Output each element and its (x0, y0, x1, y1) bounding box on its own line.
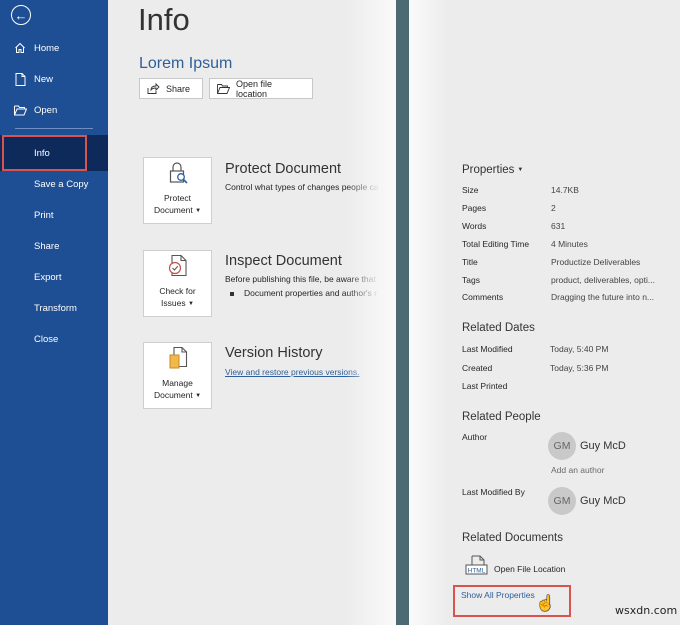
tile-label: Check for Issues ▼ (159, 286, 196, 309)
properties-panel: Properties ▼ Size 14.7KB Pages 2 Words 631 T… (409, 0, 680, 625)
share-label: Share (166, 83, 191, 94)
share-icon (147, 83, 160, 94)
open-folder-icon (217, 83, 230, 94)
share-button[interactable]: Share (139, 78, 203, 99)
page-title: Info (138, 2, 190, 37)
open-file-location-label: Open File Location (494, 563, 566, 574)
property-row: Size 14.7KB (462, 185, 579, 195)
person-name: Guy McD (580, 440, 626, 452)
html-file-icon: HTML (465, 555, 489, 582)
property-row: Total Editing Time 4 Minutes (462, 239, 588, 249)
caret-down-icon: ▼ (188, 301, 194, 307)
sidebar-item-label: Print (34, 209, 54, 221)
date-row: Last Modified Today, 5:40 PM (462, 344, 609, 354)
section-title: Protect Document (225, 161, 342, 177)
property-row-comments[interactable]: Comments Dragging the future into n... (462, 292, 677, 308)
bullet-icon (230, 291, 234, 296)
new-document-icon (13, 72, 27, 86)
add-author-link[interactable]: Add an author (551, 465, 604, 475)
tile-label: Protect Document ▼ (153, 193, 202, 216)
sidebar-item-home[interactable]: Home (0, 36, 108, 60)
manage-document-button[interactable]: Manage Document ▼ (143, 342, 212, 409)
property-row: Words 631 (462, 221, 566, 231)
section-title: Version History (225, 345, 323, 361)
sidebar-item-new[interactable]: New (0, 67, 108, 91)
person-name: Guy McD (580, 495, 626, 507)
open-folder-icon (13, 105, 27, 116)
show-all-properties-link[interactable]: Show All Properties (461, 590, 535, 600)
open-file-location-button[interactable]: Open file location (209, 78, 313, 99)
sidebar-item-label: Info (34, 147, 50, 159)
hand-cursor-icon: ☝ (536, 595, 555, 612)
sidebar-item-print[interactable]: Print (0, 203, 108, 227)
protect-document-button[interactable]: Protect Document ▼ (143, 157, 212, 224)
caret-down-icon: ▼ (517, 166, 524, 173)
sidebar-item-save-a-copy[interactable]: Save a Copy (0, 172, 108, 196)
sidebar-item-transform[interactable]: Transform (0, 296, 108, 320)
panel-fade (346, 0, 396, 625)
sidebar-item-label: Open (34, 104, 58, 116)
sidebar-item-label: New (34, 73, 54, 85)
svg-text:HTML: HTML (468, 567, 486, 574)
home-icon (13, 42, 27, 54)
document-name: Lorem Ipsum (139, 55, 233, 72)
avatar: GM (548, 432, 576, 460)
back-button[interactable]: ← (11, 5, 31, 25)
author-person[interactable]: GM Guy McD (548, 432, 626, 460)
info-panel: Info Lorem Ipsum Share Open file locatio… (108, 0, 396, 625)
section-title: Inspect Document (225, 253, 342, 269)
sidebar-item-close[interactable]: Close (0, 327, 108, 351)
date-row: Last Printed (462, 381, 508, 391)
sidebar-item-label: Home (34, 42, 60, 54)
manage-document-icon (167, 346, 189, 375)
sidebar-item-export[interactable]: Export (0, 265, 108, 289)
sidebar-item-label: Close (34, 333, 59, 345)
properties-dropdown[interactable]: Properties ▼ (462, 164, 523, 176)
check-document-icon (167, 254, 189, 283)
sidebar-divider (15, 128, 93, 129)
last-modified-person[interactable]: GM Guy McD (548, 487, 626, 515)
view-previous-versions-link[interactable]: View and restore previous versions. (225, 367, 360, 377)
sidebar-item-label: Export (34, 271, 62, 283)
back-arrow-icon: ← (14, 7, 28, 23)
related-documents-heading: Related Documents (462, 532, 563, 544)
sidebar-item-label: Save a Copy (34, 178, 89, 190)
property-row: Pages 2 (462, 203, 556, 213)
sidebar-item-label: Transform (34, 302, 77, 314)
open-file-location-label: Open file location (236, 78, 273, 99)
tile-label: Manage Document ▼ (153, 378, 202, 401)
related-dates-heading: Related Dates (462, 322, 535, 334)
date-row: Created Today, 5:36 PM (462, 363, 609, 373)
image-split-divider (396, 0, 409, 625)
sidebar-item-open[interactable]: Open (0, 98, 108, 122)
open-file-location-link[interactable]: HTML Open File Location (465, 555, 565, 582)
sidebar-item-share[interactable]: Share (0, 234, 108, 258)
check-for-issues-button[interactable]: Check for Issues ▼ (143, 250, 212, 317)
caret-down-icon: ▼ (195, 393, 202, 399)
lock-key-icon (166, 161, 190, 190)
property-row-tags[interactable]: Tags product, deliverables, opti... (462, 275, 677, 291)
sidebar-item-label: Share (34, 240, 60, 252)
related-people-heading: Related People (462, 411, 541, 423)
caret-down-icon: ▼ (195, 208, 202, 214)
panel-fade (409, 0, 449, 625)
property-row-title[interactable]: Title Productize Deliverables (462, 257, 677, 273)
avatar: GM (548, 487, 576, 515)
backstage-sidebar: ← Home New Open Info Save a Copy Print S… (0, 0, 135, 625)
watermark: wsxdn.com (615, 604, 678, 617)
